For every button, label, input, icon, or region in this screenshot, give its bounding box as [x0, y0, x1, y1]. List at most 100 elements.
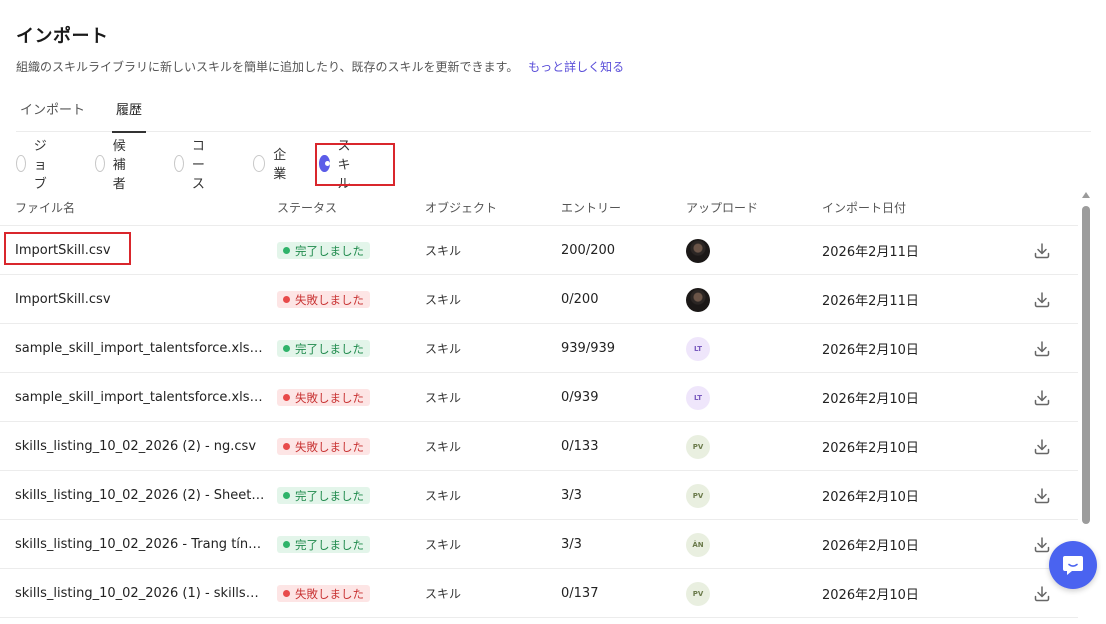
radio-candidate[interactable]: [95, 154, 105, 172]
tab-history[interactable]: 履歴: [112, 96, 146, 133]
radio-skill[interactable]: [319, 154, 330, 172]
filter-skill-label: スキル: [337, 138, 351, 192]
file-name[interactable]: skills_listing_10_02_2026 - Trang tính1.…: [15, 537, 265, 552]
avatar: [686, 287, 710, 312]
status-text: 失敗しました: [295, 292, 364, 307]
status-dot: [283, 492, 290, 499]
filter-job-label: ジョブ: [33, 138, 47, 192]
download-button[interactable]: [1031, 324, 1053, 373]
download-icon[interactable]: [1032, 290, 1052, 310]
filter-candidate[interactable]: 候補者: [95, 139, 133, 192]
file-name-cell[interactable]: skills_listing_10_02_2026 (1) - skills_l…: [15, 569, 265, 618]
file-name[interactable]: skills_listing_10_02_2026 (2) - Sheet1..…: [15, 488, 265, 503]
file-name-cell[interactable]: sample_skill_import_talentsforce.xlsx ..…: [15, 324, 265, 373]
object-cell: スキル: [425, 538, 462, 552]
status-dot: [283, 541, 290, 548]
uploader-cell: PV: [686, 422, 710, 471]
uploader-cell: LT: [686, 373, 710, 422]
import-date-cell: 2026年2月10日: [822, 588, 919, 603]
filter-candidate-label: 候補者: [112, 138, 126, 192]
download-button[interactable]: [1031, 275, 1053, 324]
download-button[interactable]: [1031, 569, 1053, 618]
status-text: 完了しました: [295, 537, 364, 552]
filter-course-label: コース: [191, 138, 205, 192]
status-dot: [283, 590, 290, 597]
status-text: 完了しました: [295, 341, 364, 356]
object-cell: スキル: [425, 440, 462, 454]
chat-bubble-icon: [1063, 556, 1083, 575]
status-badge: 完了しました: [277, 242, 370, 259]
download-button[interactable]: [1031, 373, 1053, 422]
status-cell: 失敗しました: [277, 422, 370, 471]
import-history-table: ファイル名 ステータス オブジェクト エントリー アップロード インポート日付 …: [0, 190, 1078, 618]
download-icon[interactable]: [1032, 486, 1052, 506]
page-title: インポート: [16, 26, 109, 47]
file-name[interactable]: ImportSkill.csv: [15, 292, 111, 307]
table-row: skills_listing_10_02_2026 (2) - Sheet1..…: [0, 471, 1078, 520]
status-cell: 完了しました: [277, 226, 370, 275]
download-icon[interactable]: [1032, 388, 1052, 408]
download-icon[interactable]: [1032, 535, 1052, 555]
import-date-cell: 2026年2月10日: [822, 343, 919, 358]
import-date-cell: 2026年2月10日: [822, 441, 919, 456]
status-cell: 完了しました: [277, 324, 370, 373]
page-header: インポート 組織のスキルライブラリに新しいスキルを簡単に追加したり、既存のスキル…: [16, 22, 624, 75]
filter-course[interactable]: コース: [174, 139, 212, 192]
download-icon[interactable]: [1032, 339, 1052, 359]
download-button[interactable]: [1031, 226, 1053, 275]
import-date-cell: 2026年2月11日: [822, 245, 919, 260]
file-name-cell[interactable]: sample_skill_import_talentsforce.xlsx ..…: [15, 373, 265, 422]
avatar: LT: [686, 336, 710, 361]
page-subtitle: 組織のスキルライブラリに新しいスキルを簡単に追加したり、既存のスキルを更新できま…: [16, 58, 624, 75]
avatar: PV: [686, 581, 710, 606]
file-name[interactable]: sample_skill_import_talentsforce.xlsx ..…: [15, 390, 265, 405]
object-cell: スキル: [425, 342, 462, 356]
download-button[interactable]: [1031, 422, 1053, 471]
download-button[interactable]: [1031, 471, 1053, 520]
chat-button[interactable]: [1049, 541, 1097, 589]
file-name-cell[interactable]: ImportSkill.csv: [15, 226, 265, 275]
entries-cell: 3/3: [561, 488, 582, 503]
file-name[interactable]: skills_listing_10_02_2026 (2) - ng.csv: [15, 439, 256, 454]
entries-cell: 0/137: [561, 586, 599, 601]
file-name-cell[interactable]: skills_listing_10_02_2026 (2) - Sheet1..…: [15, 471, 265, 520]
import-date-cell: 2026年2月10日: [822, 539, 919, 554]
radio-company[interactable]: [253, 154, 266, 172]
file-name-cell[interactable]: ImportSkill.csv: [15, 275, 265, 324]
scroll-thumb[interactable]: [1082, 206, 1090, 524]
status-dot: [283, 296, 290, 303]
status-cell: 完了しました: [277, 520, 370, 569]
file-name[interactable]: ImportSkill.csv: [15, 243, 111, 258]
entries-cell: 200/200: [561, 243, 616, 258]
avatar: LT: [686, 385, 710, 410]
filter-job[interactable]: ジョブ: [16, 139, 54, 192]
download-icon[interactable]: [1032, 241, 1052, 261]
col-uploader: アップロード: [686, 201, 759, 215]
col-entries: エントリー: [561, 201, 622, 215]
status-badge: 完了しました: [277, 536, 370, 553]
status-dot: [283, 394, 290, 401]
status-badge: 失敗しました: [277, 438, 370, 455]
uploader-cell: LT: [686, 324, 710, 373]
radio-course[interactable]: [174, 154, 184, 172]
file-name[interactable]: sample_skill_import_talentsforce.xlsx ..…: [15, 341, 265, 356]
import-date-cell: 2026年2月11日: [822, 294, 919, 309]
scroll-up-arrow-icon[interactable]: [1082, 192, 1090, 198]
filter-skill[interactable]: スキル: [319, 139, 357, 192]
file-name-cell[interactable]: skills_listing_10_02_2026 - Trang tính1.…: [15, 520, 265, 569]
filter-company-label: 企業: [273, 148, 287, 182]
status-dot: [283, 247, 290, 254]
download-icon[interactable]: [1032, 584, 1052, 604]
avatar: [686, 238, 710, 263]
table-row: skills_listing_10_02_2026 - Trang tính1.…: [0, 520, 1078, 569]
radio-job[interactable]: [16, 154, 26, 172]
tab-import[interactable]: インポート: [20, 96, 85, 132]
download-icon[interactable]: [1032, 437, 1052, 457]
learn-more-link[interactable]: もっと詳しく知る: [528, 60, 624, 74]
status-cell: 失敗しました: [277, 275, 370, 324]
file-name[interactable]: skills_listing_10_02_2026 (1) - skills_l…: [15, 586, 265, 601]
avatar: ÂN: [686, 532, 710, 557]
file-name-cell[interactable]: skills_listing_10_02_2026 (2) - ng.csv: [15, 422, 265, 471]
filter-company[interactable]: 企業: [253, 148, 291, 182]
table-row: ImportSkill.csv 完了しました スキル 200/200 2026年…: [0, 226, 1078, 275]
